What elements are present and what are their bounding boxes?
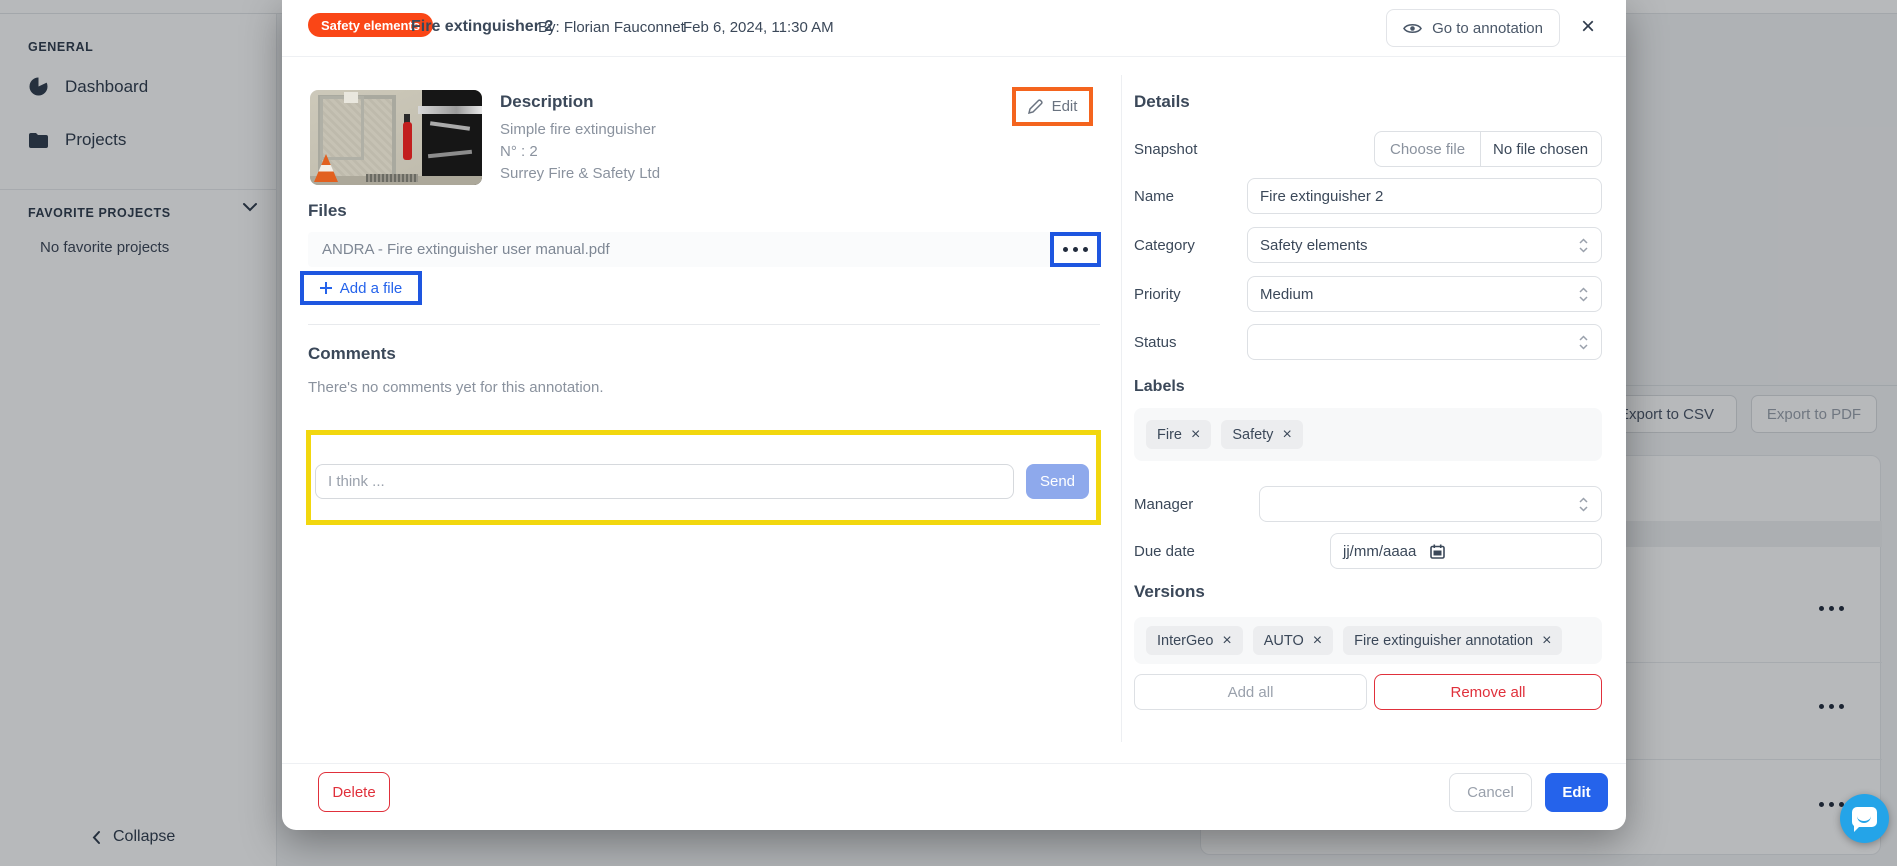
priority-select[interactable]: Medium	[1247, 276, 1602, 312]
edit-description-button[interactable]: Edit	[1028, 98, 1078, 115]
comments-empty-text: There's no comments yet for this annotat…	[308, 379, 604, 396]
remove-version-icon[interactable]	[1313, 633, 1322, 649]
label-chip-text: Fire	[1157, 427, 1182, 443]
manager-select[interactable]	[1259, 486, 1602, 522]
description-line: N° : 2	[500, 143, 538, 160]
calendar-icon	[1430, 544, 1445, 559]
chat-bubble-icon	[1852, 807, 1877, 827]
add-file-label: Add a file	[340, 280, 403, 297]
no-file-chosen-text: No file chosen	[1481, 132, 1600, 166]
section-divider	[308, 324, 1100, 325]
annotation-date: Feb 6, 2024, 11:30 AM	[683, 19, 834, 36]
select-chevrons-icon	[1578, 238, 1589, 253]
priority-label: Priority	[1134, 286, 1181, 303]
description-line: Surrey Fire & Safety Ltd	[500, 165, 660, 182]
version-chip: Fire extinguisher annotation	[1343, 626, 1562, 655]
select-chevrons-icon	[1578, 335, 1589, 350]
modal-header: Safety elements Fire extinguisher 2 By: …	[282, 0, 1626, 57]
snapshot-label: Snapshot	[1134, 141, 1197, 158]
remove-version-icon[interactable]	[1542, 633, 1551, 649]
labels-heading: Labels	[1134, 378, 1185, 396]
version-chip: AUTO	[1253, 626, 1333, 655]
send-comment-button[interactable]: Send	[1026, 464, 1089, 499]
version-chip-text: InterGeo	[1157, 633, 1213, 649]
edit-description-label: Edit	[1052, 98, 1078, 115]
file-menu-button[interactable]	[1063, 247, 1088, 252]
footer-divider	[282, 763, 1626, 764]
cancel-button[interactable]: Cancel	[1449, 773, 1532, 812]
category-select[interactable]: Safety elements	[1247, 227, 1602, 263]
delete-button[interactable]: Delete	[318, 772, 390, 812]
remove-label-icon[interactable]	[1282, 427, 1291, 443]
add-all-button[interactable]: Add all	[1134, 674, 1367, 710]
choose-file-button[interactable]: Choose file	[1375, 132, 1481, 166]
status-label: Status	[1134, 334, 1177, 351]
go-to-annotation-label: Go to annotation	[1432, 20, 1543, 37]
annotation-thumbnail	[310, 90, 482, 185]
name-label: Name	[1134, 188, 1174, 205]
version-chip: InterGeo	[1146, 626, 1243, 655]
files-heading: Files	[308, 201, 347, 221]
name-input[interactable]	[1247, 178, 1602, 214]
file-name: ANDRA - Fire extinguisher user manual.pd…	[322, 241, 610, 258]
select-chevrons-icon	[1578, 287, 1589, 302]
description-heading: Description	[500, 92, 594, 112]
plus-icon	[320, 282, 332, 294]
due-date-label: Due date	[1134, 543, 1195, 560]
comments-heading: Comments	[308, 344, 396, 364]
snapshot-file-input[interactable]: Choose file No file chosen	[1374, 131, 1602, 167]
eye-icon	[1403, 22, 1422, 35]
annotation-author: By: Florian Fauconnet	[538, 19, 685, 36]
label-chip: Safety	[1221, 420, 1302, 449]
due-date-placeholder: jj/mm/aaaa	[1343, 543, 1416, 560]
label-chip-text: Safety	[1232, 427, 1273, 443]
go-to-annotation-button[interactable]: Go to annotation	[1386, 9, 1560, 47]
remove-version-icon[interactable]	[1222, 633, 1231, 649]
add-file-highlight: Add a file	[300, 271, 422, 305]
labels-box: Fire Safety	[1134, 408, 1602, 461]
annotation-modal: Safety elements Fire extinguisher 2 By: …	[282, 0, 1626, 830]
column-divider	[1121, 75, 1122, 742]
chat-bubble-tail	[1854, 825, 1861, 832]
status-select[interactable]	[1247, 324, 1602, 360]
category-label: Category	[1134, 237, 1195, 254]
description-line: Simple fire extinguisher	[500, 121, 656, 138]
file-row[interactable]: ANDRA - Fire extinguisher user manual.pd…	[308, 232, 1100, 267]
label-chip: Fire	[1146, 420, 1211, 449]
annotation-title: Fire extinguisher 2	[411, 18, 553, 36]
priority-value: Medium	[1260, 286, 1578, 303]
close-icon[interactable]	[1574, 13, 1602, 41]
remove-all-button[interactable]: Remove all	[1374, 674, 1602, 710]
pencil-icon	[1028, 99, 1043, 114]
version-chip-text: AUTO	[1264, 633, 1304, 649]
due-date-input[interactable]: jj/mm/aaaa	[1330, 533, 1602, 569]
edit-description-highlight: Edit	[1012, 87, 1093, 126]
app-canvas: GENERAL Dashboard Projects FAVORITE PROJ…	[0, 0, 1897, 866]
add-file-button[interactable]: Add a file	[320, 280, 403, 297]
file-menu-highlight	[1050, 232, 1101, 267]
chat-widget-button[interactable]	[1840, 794, 1889, 843]
select-chevrons-icon	[1578, 497, 1589, 512]
remove-label-icon[interactable]	[1191, 427, 1200, 443]
version-chip-text: Fire extinguisher annotation	[1354, 633, 1533, 649]
category-value: Safety elements	[1260, 237, 1578, 254]
comment-input[interactable]	[315, 464, 1014, 499]
versions-box: InterGeo AUTO Fire extinguisher annotati…	[1134, 617, 1602, 664]
versions-heading: Versions	[1134, 582, 1205, 602]
edit-submit-button[interactable]: Edit	[1545, 773, 1608, 812]
manager-label: Manager	[1134, 496, 1193, 513]
details-heading: Details	[1134, 92, 1190, 112]
